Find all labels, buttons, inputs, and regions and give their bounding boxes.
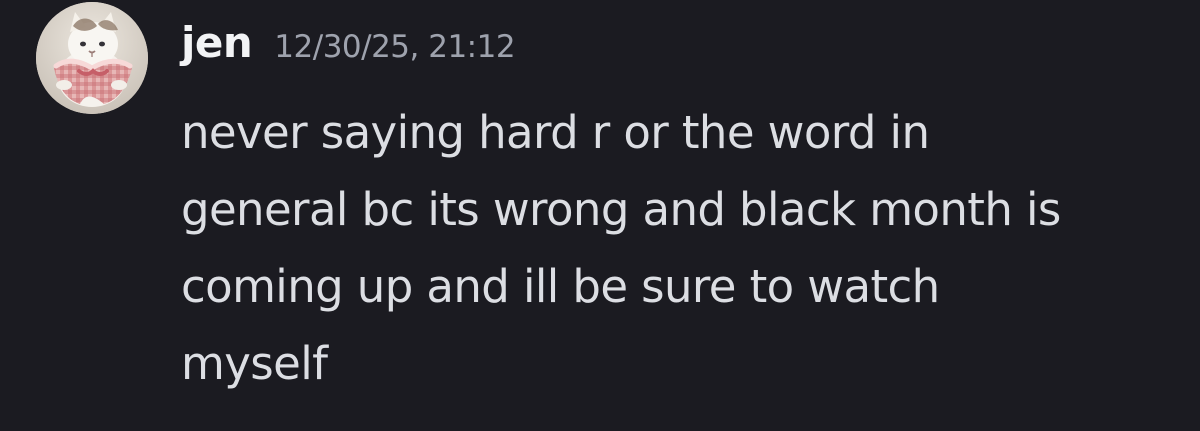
message-line: general bc its wrong and black month is: [181, 183, 1061, 236]
username[interactable]: jen: [181, 18, 253, 67]
message-line: never saying hard r or the word in: [181, 106, 930, 159]
user-avatar[interactable]: [36, 2, 148, 114]
message-content: never saying hard r or the word in gener…: [181, 94, 1181, 402]
message-line: coming up and ill be sure to watch: [181, 260, 940, 313]
message-timestamp: 12/30/25, 21:12: [274, 29, 516, 65]
chat-message: jen 12/30/25, 21:12 never saying hard r …: [0, 0, 1200, 431]
message-header: jen 12/30/25, 21:12: [181, 18, 516, 78]
cat-avatar-icon: [36, 2, 148, 114]
message-line: myself: [181, 337, 328, 390]
